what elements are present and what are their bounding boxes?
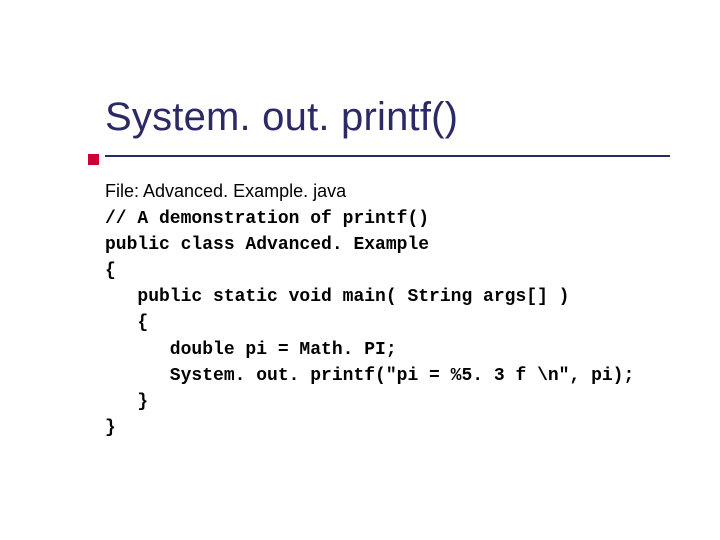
slide-body: File: Advanced. Example. java // A demon… <box>105 178 680 441</box>
title-underline <box>105 155 670 157</box>
slide: System. out. printf() File: Advanced. Ex… <box>0 0 720 540</box>
code-block: // A demonstration of printf() public cl… <box>105 206 680 441</box>
file-label: File: Advanced. Example. java <box>105 178 680 204</box>
accent-square-icon <box>88 154 99 165</box>
slide-title: System. out. printf() <box>105 95 680 140</box>
